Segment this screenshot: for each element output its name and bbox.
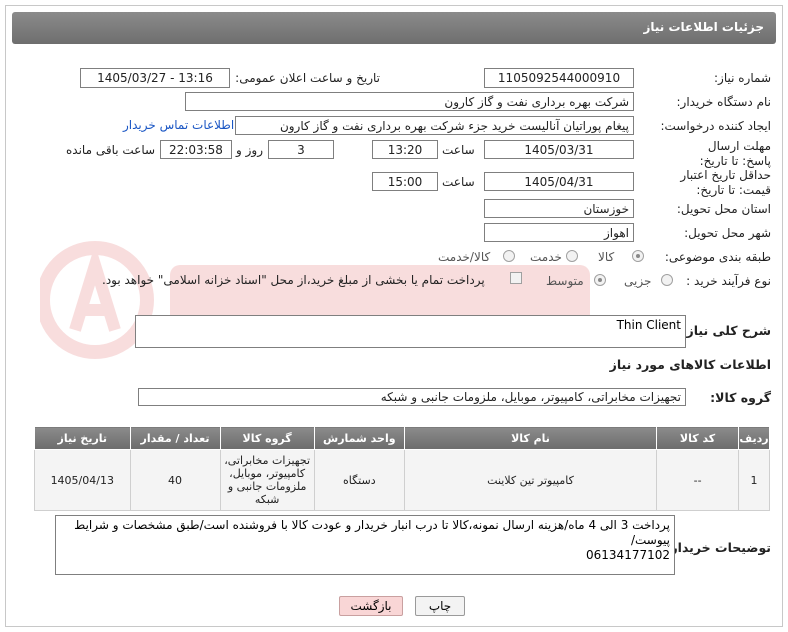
cell-item-name: کامپیوتر تین کلاینت	[403, 449, 658, 511]
col-header-group: گروه کالا	[219, 426, 315, 450]
goods-group-label: گروه کالا:	[710, 390, 771, 405]
process-radio-medium[interactable]	[594, 274, 606, 286]
province-field: خوزستان	[484, 199, 634, 218]
col-header-code: کد کالا	[656, 426, 740, 450]
category-option-service: خدمت	[530, 250, 562, 264]
col-header-date: تاریخ نیاز	[34, 426, 131, 450]
process-option-minor: جزیی	[624, 274, 652, 288]
days-remaining-field: 3	[268, 140, 334, 159]
category-radio-goods-service[interactable]	[503, 250, 515, 262]
col-header-row: ردیف	[738, 426, 770, 450]
print-button[interactable]: چاپ	[415, 596, 465, 616]
reply-time-label: ساعت	[442, 143, 475, 157]
goods-group-field: تجهیزات مخابراتی، کامپیوتر، موبایل، ملزو…	[138, 388, 686, 406]
price-validity-time-label: ساعت	[442, 175, 475, 189]
page-title: جزئیات اطلاعات نیاز	[643, 20, 764, 34]
cell-item-group: تجهیزات مخابراتی، کامپیوتر، موبایل، ملزو…	[219, 449, 315, 511]
province-label: استان محل تحویل:	[676, 202, 771, 216]
price-validity-time-field: 15:00	[372, 172, 438, 191]
category-radio-goods[interactable]	[632, 250, 644, 262]
category-option-goods: کالا	[598, 250, 615, 264]
announce-date-label: تاریخ و ساعت اعلان عمومی:	[235, 71, 380, 85]
col-header-unit: واحد شمارش	[313, 426, 405, 450]
reply-deadline-label: مهلت ارسال پاسخ: تا تاریخ:	[699, 139, 771, 168]
process-type-label: نوع فرآیند خرید :	[686, 274, 771, 288]
need-number-field: 1105092544000910	[484, 68, 634, 88]
description-textarea[interactable]: Thin Client	[135, 315, 686, 348]
category-label: طبقه بندی موضوعی:	[664, 250, 771, 264]
category-radio-service[interactable]	[566, 250, 578, 262]
cell-quantity: 40	[129, 449, 221, 511]
back-button[interactable]: بازگشت	[339, 596, 403, 616]
remaining-time-label: ساعت باقی مانده	[66, 143, 156, 157]
cell-unit: دستگاه	[313, 449, 405, 511]
days-label: روز و	[236, 143, 263, 157]
buyer-org-field: شرکت بهره برداری نفت و گاز کارون	[185, 92, 634, 111]
cell-item-code: --	[656, 449, 740, 511]
process-radio-minor[interactable]	[661, 274, 673, 286]
cell-need-date: 1405/04/13	[34, 449, 131, 511]
col-header-name: نام کالا	[403, 426, 658, 450]
description-label: شرح کلی نیاز:	[681, 323, 771, 338]
price-validity-date-field: 1405/04/31	[484, 172, 634, 191]
cell-row-number: 1	[738, 449, 770, 511]
remaining-time-field: 22:03:58	[160, 140, 232, 159]
reply-date-field: 1405/03/31	[484, 140, 634, 159]
buyer-org-label: نام دستگاه خریدار:	[676, 95, 772, 109]
buyer-notes-label: توضیحات خریدار:	[665, 540, 771, 555]
reply-time-field: 13:20	[372, 140, 438, 159]
category-option-goods-service: کالا/خدمت	[438, 250, 491, 264]
goods-table: ردیف کد کالا نام کالا واحد شمارش گروه کا…	[34, 426, 770, 511]
page-header: جزئیات اطلاعات نیاز	[12, 12, 776, 44]
table-row: 1 -- کامپیوتر تین کلاینت دستگاه تجهیزات …	[34, 449, 770, 511]
need-number-label: شماره نیاز:	[714, 71, 771, 85]
buyer-contact-link[interactable]: اطلاعات تماس خریدار	[123, 118, 234, 132]
buyer-notes-textarea[interactable]: پرداخت 3 الی 4 ماه/هزینه ارسال نمونه،کال…	[55, 515, 675, 575]
price-validity-label: حداقل تاریخ اعتبار قیمت: تا تاریخ:	[680, 168, 771, 197]
process-option-medium: متوسط	[546, 274, 584, 288]
creator-label: ایجاد کننده درخواست:	[660, 119, 771, 133]
city-label: شهر محل تحویل:	[684, 226, 771, 240]
treasury-payment-checkbox[interactable]	[510, 272, 522, 284]
city-field: اهواز	[484, 223, 634, 242]
treasury-payment-note: پرداخت تمام یا بخشی از مبلغ خرید،از محل …	[102, 273, 485, 287]
creator-field: پیغام پوراتیان آنالیست خرید جزء شرکت بهر…	[235, 116, 634, 135]
col-header-quantity: تعداد / مقدار	[129, 426, 221, 450]
goods-info-title: اطلاعات کالاهای مورد نیاز	[609, 357, 771, 372]
announce-date-field: 1405/03/27 - 13:16	[80, 68, 230, 88]
